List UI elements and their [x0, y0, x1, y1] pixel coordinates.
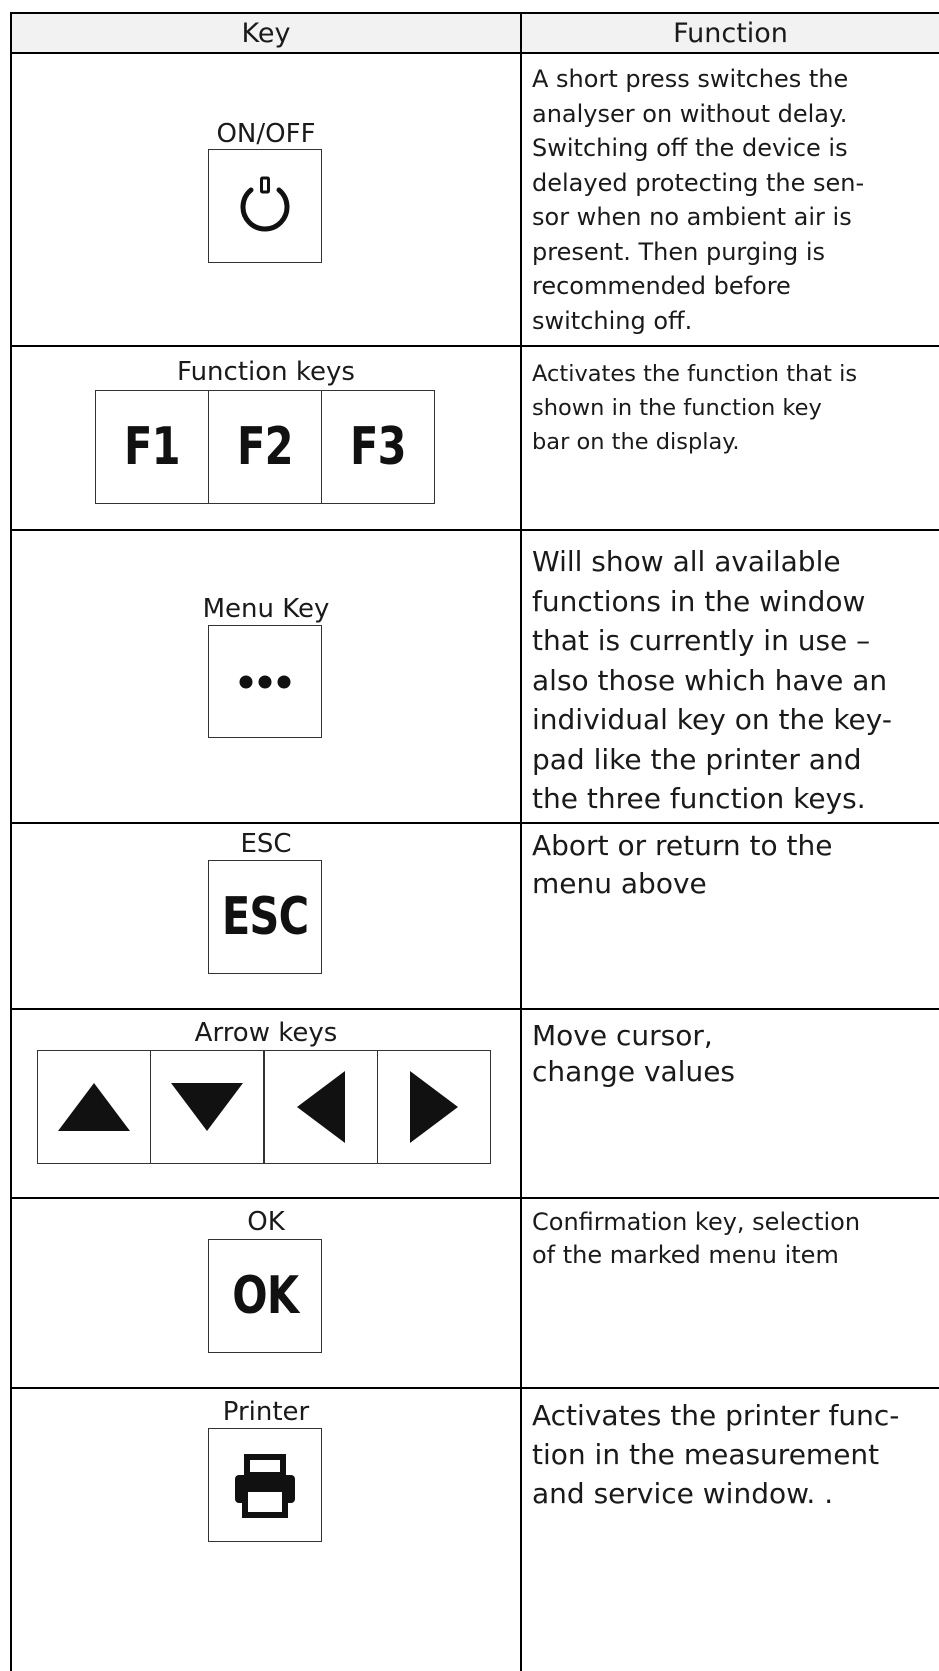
function-printer: Activates the printer func-tion in the m… — [532, 1396, 932, 1513]
function-line: tion in the measurement — [532, 1438, 880, 1471]
function-line: also those which have an — [532, 663, 888, 697]
f2-key[interactable]: F2 — [208, 390, 322, 504]
function-line: pad like the printer and — [532, 742, 862, 776]
function-menu-key: Will show all available functions in the … — [532, 542, 932, 819]
function-line: analyser on without delay. — [532, 99, 848, 128]
function-line: Move cursor, — [532, 1019, 713, 1052]
function-line: functions in the window — [532, 584, 866, 618]
keys-table: Key Function ON/OFF A short press switch… — [10, 12, 939, 1671]
ok-key[interactable]: OK — [208, 1239, 322, 1353]
row-label-ok: OK — [247, 1207, 285, 1237]
row-divider — [12, 52, 939, 54]
header-function: Function — [673, 18, 788, 49]
row-label-arrow-keys: Arrow keys — [194, 1018, 338, 1048]
arrow-right-key[interactable] — [377, 1050, 491, 1164]
f3-key[interactable]: F3 — [321, 390, 435, 504]
function-ok: Confirmation key, selection of the marked… — [532, 1206, 932, 1272]
function-function-keys: Activates the function that is shown in t… — [532, 357, 932, 459]
row-label-printer: Printer — [222, 1397, 310, 1427]
row-label-function-keys: Function keys — [177, 357, 355, 387]
esc-key[interactable]: ESC — [208, 860, 322, 974]
function-line: Abort or return to the — [532, 829, 833, 862]
printer-key[interactable] — [208, 1428, 322, 1542]
function-line: Activates the printer func- — [532, 1399, 900, 1432]
row-divider — [12, 529, 939, 531]
function-esc: Abort or return to the menu above — [532, 827, 932, 903]
function-line: bar on the display. — [532, 429, 740, 455]
arrow-left-icon — [297, 1071, 345, 1143]
function-line: switching off. — [532, 306, 693, 335]
arrow-down-icon — [171, 1083, 243, 1131]
function-line: Activates the function that is — [532, 361, 858, 387]
function-line: individual key on the key- — [532, 703, 892, 736]
row-divider — [12, 822, 939, 824]
function-line: change values — [532, 1055, 736, 1088]
function-line: and service window. . — [532, 1477, 834, 1510]
function-line: the three function keys. — [532, 782, 866, 815]
function-line: present. Then purging is — [532, 237, 826, 266]
row-label-on-off: ON/OFF — [216, 119, 316, 149]
f1-key[interactable]: F1 — [95, 390, 209, 504]
row-label-esc: ESC — [240, 829, 292, 859]
power-icon — [240, 176, 290, 232]
row-divider — [12, 345, 939, 347]
row-label-menu-key: Menu Key — [202, 594, 330, 624]
function-line: Confirmation key, selection — [532, 1208, 861, 1236]
arrow-down-key[interactable] — [150, 1050, 264, 1164]
function-arrow-keys: Move cursor, change values — [532, 1018, 932, 1090]
arrow-up-icon — [58, 1083, 130, 1131]
column-divider — [520, 14, 522, 1671]
on-off-key[interactable] — [208, 149, 322, 263]
ellipsis-icon — [239, 675, 291, 688]
function-line: A short press switches the — [532, 65, 849, 93]
function-line: delayed protecting the sen- — [532, 168, 865, 197]
arrow-left-key[interactable] — [264, 1050, 378, 1164]
function-line: sor when no ambient air is — [532, 203, 852, 231]
function-line: Will show all available — [532, 545, 841, 578]
menu-key[interactable] — [208, 625, 322, 738]
function-line: shown in the function key — [532, 395, 822, 421]
header-key: Key — [241, 18, 291, 49]
function-line: that is currently in use – — [532, 624, 871, 657]
row-divider — [12, 1197, 939, 1199]
function-line: recommended before — [532, 272, 791, 300]
arrow-right-icon — [410, 1071, 458, 1143]
arrow-up-key[interactable] — [37, 1050, 151, 1164]
function-line: of the marked menu item — [532, 1241, 839, 1269]
table-header: Key Function — [12, 14, 939, 54]
row-divider — [12, 1387, 939, 1389]
function-on-off: A short press switches the analyser on wi… — [532, 62, 932, 338]
printer-icon — [235, 1454, 295, 1518]
function-line: Switching off the device is — [532, 134, 848, 162]
function-line: menu above — [532, 867, 707, 900]
row-divider — [12, 1008, 939, 1010]
